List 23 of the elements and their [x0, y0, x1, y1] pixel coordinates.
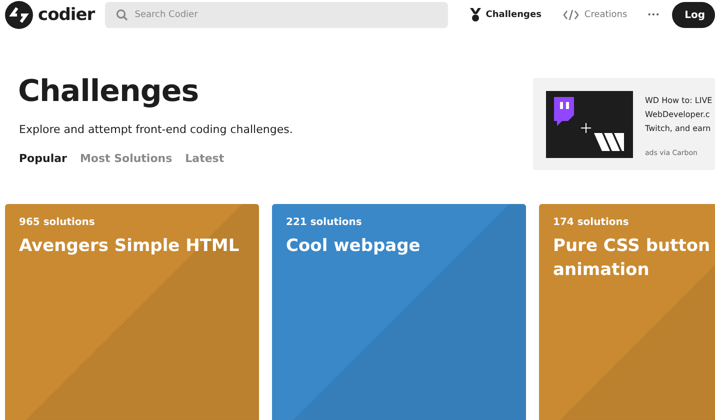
challenge-title: Avengers Simple HTML [19, 235, 240, 258]
page-title: Challenges [18, 74, 200, 109]
ad-image-drawing[interactable] [546, 91, 633, 158]
challenge-title: Cool webpage [286, 235, 422, 258]
ad-text-line[interactable]: Twitch, and earn [645, 122, 712, 136]
solutions-count: 965 solutions [19, 217, 96, 228]
trophy-icon [470, 8, 481, 22]
search-field[interactable]: Search Codier [104, 2, 448, 28]
ad-text-line[interactable]: WebDeveloper.c [645, 108, 712, 122]
login-button[interactable]: Log [672, 2, 715, 28]
ad-text-line[interactable]: WD How to: LIVE [645, 94, 712, 108]
logo-text[interactable]: codier [38, 5, 95, 25]
challenge-card[interactable]: 221 solutions Cool webpage [272, 204, 526, 420]
solutions-count: 174 solutions [553, 217, 630, 228]
page-description: Explore and attempt front-end coding challenges. [19, 123, 293, 136]
nav-link[interactable]: Creations [563, 9, 628, 21]
nav-link[interactable]: Challenges [470, 8, 542, 22]
solutions-count: 221 solutions [286, 217, 363, 228]
sort-tab[interactable]: Latest [185, 152, 224, 165]
sort-tab[interactable]: Most Solutions [80, 152, 172, 165]
challenge-title: Pure CSS button animation [553, 235, 712, 282]
sort-tab[interactable]: Popular [19, 152, 67, 165]
code-icon [563, 9, 580, 21]
